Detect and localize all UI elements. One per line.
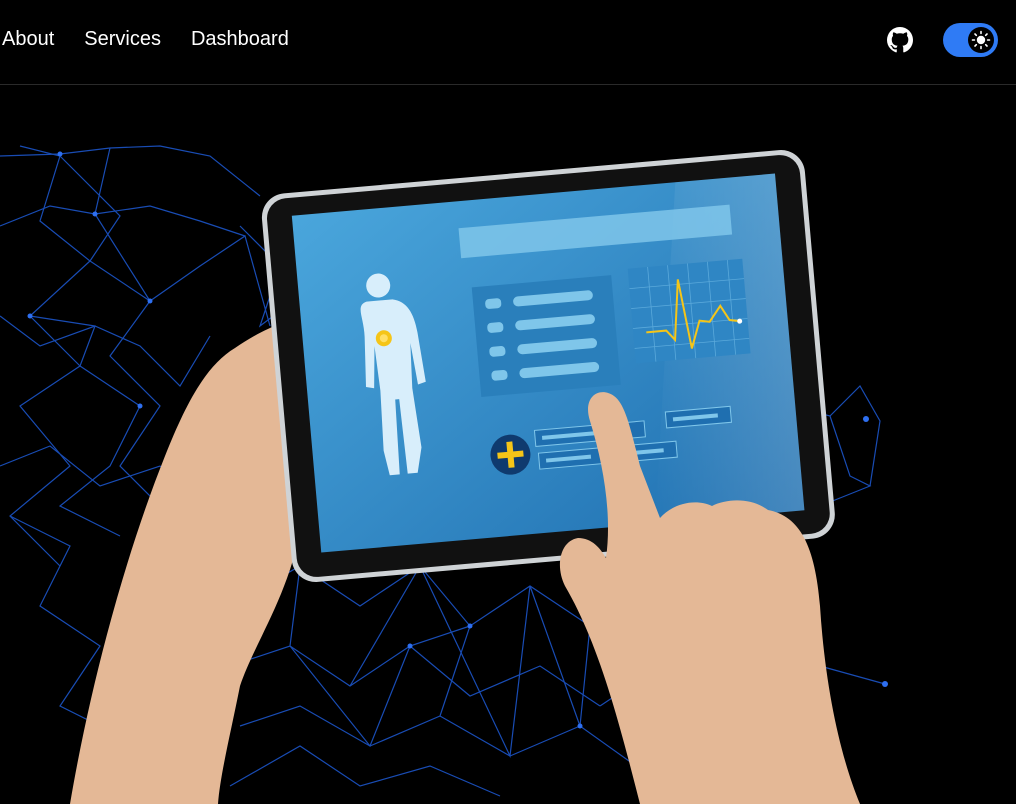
navbar: About Services Dashboard xyxy=(0,0,1016,85)
nav-link-services[interactable]: Services xyxy=(84,26,161,52)
ecg-panel xyxy=(627,258,751,364)
hero-section xyxy=(0,86,1016,804)
nav-links: About Services Dashboard xyxy=(2,26,319,52)
theme-toggle[interactable] xyxy=(943,23,998,57)
sun-icon xyxy=(971,30,991,50)
github-icon[interactable] xyxy=(887,27,913,53)
toggle-knob xyxy=(968,27,994,53)
hero-illustration xyxy=(0,145,888,804)
nav-link-dashboard[interactable]: Dashboard xyxy=(191,26,289,52)
nav-actions xyxy=(887,23,998,57)
nav-link-about[interactable]: About xyxy=(2,26,54,52)
